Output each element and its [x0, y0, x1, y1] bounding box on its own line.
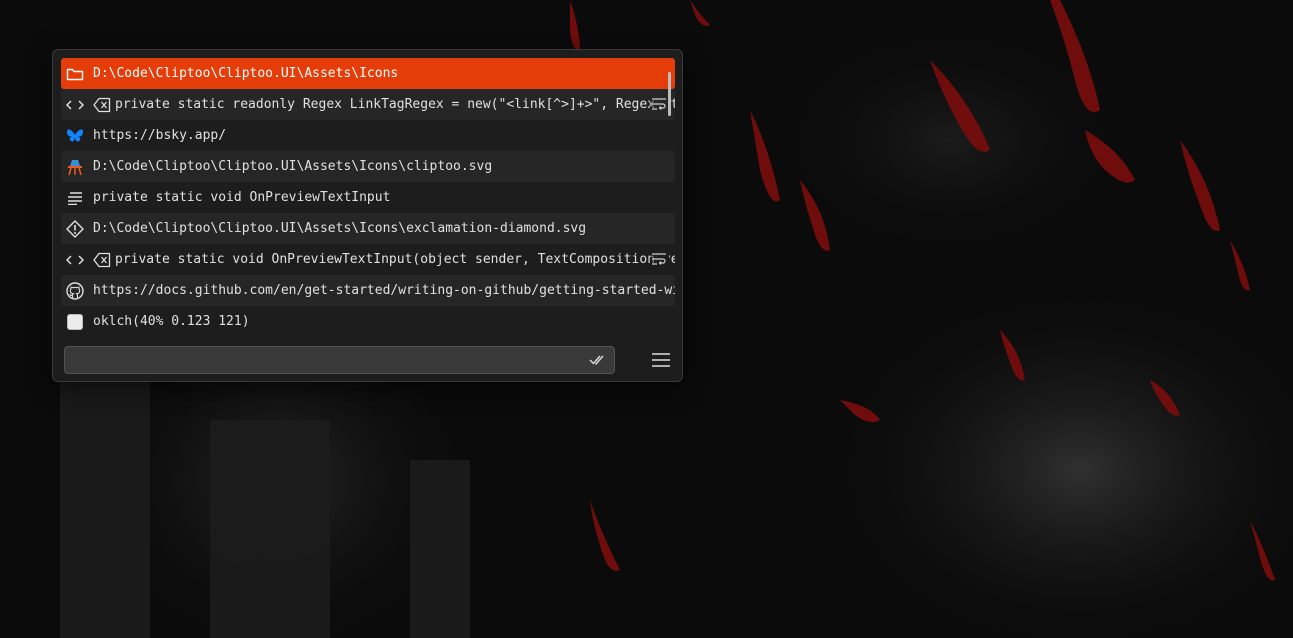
hamburger-menu-icon[interactable] — [650, 350, 672, 370]
github-icon — [65, 281, 85, 301]
list-item[interactable]: D:\Code\Cliptoo\Cliptoo.UI\Assets\Icons\… — [61, 213, 675, 244]
list-item[interactable]: private static readonly Regex LinkTagReg… — [61, 89, 675, 120]
clear-format-icon — [93, 96, 111, 114]
wrap-text-icon[interactable] — [649, 250, 669, 268]
list-item[interactable]: D:\Code\Cliptoo\Cliptoo.UI\Assets\Icons — [61, 58, 675, 89]
color-swatch-icon — [65, 312, 85, 332]
cliptoo-logo-icon — [65, 157, 85, 177]
list-item-text: private static void OnPreviewTextInput(o… — [115, 252, 675, 267]
list-item-text: private static void OnPreviewTextInput — [93, 190, 391, 205]
exclamation-diamond-icon — [65, 219, 85, 239]
bluesky-butterfly-icon — [65, 126, 85, 146]
list-item[interactable]: private static void OnPreviewTextInput — [61, 182, 675, 213]
list-item-text: https://docs.github.com/en/get-started/w… — [93, 283, 675, 298]
text-lines-icon — [65, 188, 85, 208]
color-swatch — [67, 313, 83, 330]
list-item[interactable]: https://bsky.app/ — [61, 120, 675, 151]
list-item-text: D:\Code\Cliptoo\Cliptoo.UI\Assets\Icons\… — [93, 221, 587, 236]
double-check-icon[interactable] — [588, 352, 608, 368]
clipboard-panel: D:\Code\Cliptoo\Cliptoo.UI\Assets\Icons … — [52, 49, 683, 382]
clear-format-icon — [93, 251, 111, 269]
search-input[interactable] — [71, 350, 585, 372]
list-item-text: D:\Code\Cliptoo\Cliptoo.UI\Assets\Icons\… — [93, 159, 493, 174]
list-item[interactable]: oklch(40% 0.123 121) — [61, 306, 675, 337]
code-icon — [65, 250, 85, 270]
scrollbar-thumb[interactable] — [668, 72, 671, 116]
list-item-text: https://bsky.app/ — [93, 128, 227, 143]
list-item[interactable]: https://docs.github.com/en/get-started/w… — [61, 275, 675, 306]
search-box[interactable] — [64, 346, 615, 374]
folder-icon — [65, 64, 85, 84]
code-icon — [65, 95, 85, 115]
list-item-text: oklch(40% 0.123 121) — [93, 314, 250, 329]
clipboard-list[interactable]: D:\Code\Cliptoo\Cliptoo.UI\Assets\Icons … — [61, 58, 675, 338]
list-item[interactable]: D:\Code\Cliptoo\Cliptoo.UI\Assets\Icons\… — [61, 151, 675, 182]
list-item-text: private static readonly Regex LinkTagReg… — [115, 97, 675, 112]
list-item-text: D:\Code\Cliptoo\Cliptoo.UI\Assets\Icons — [93, 66, 399, 81]
list-item[interactable]: private static void OnPreviewTextInput(o… — [61, 244, 675, 275]
wrap-text-icon[interactable] — [649, 95, 669, 113]
